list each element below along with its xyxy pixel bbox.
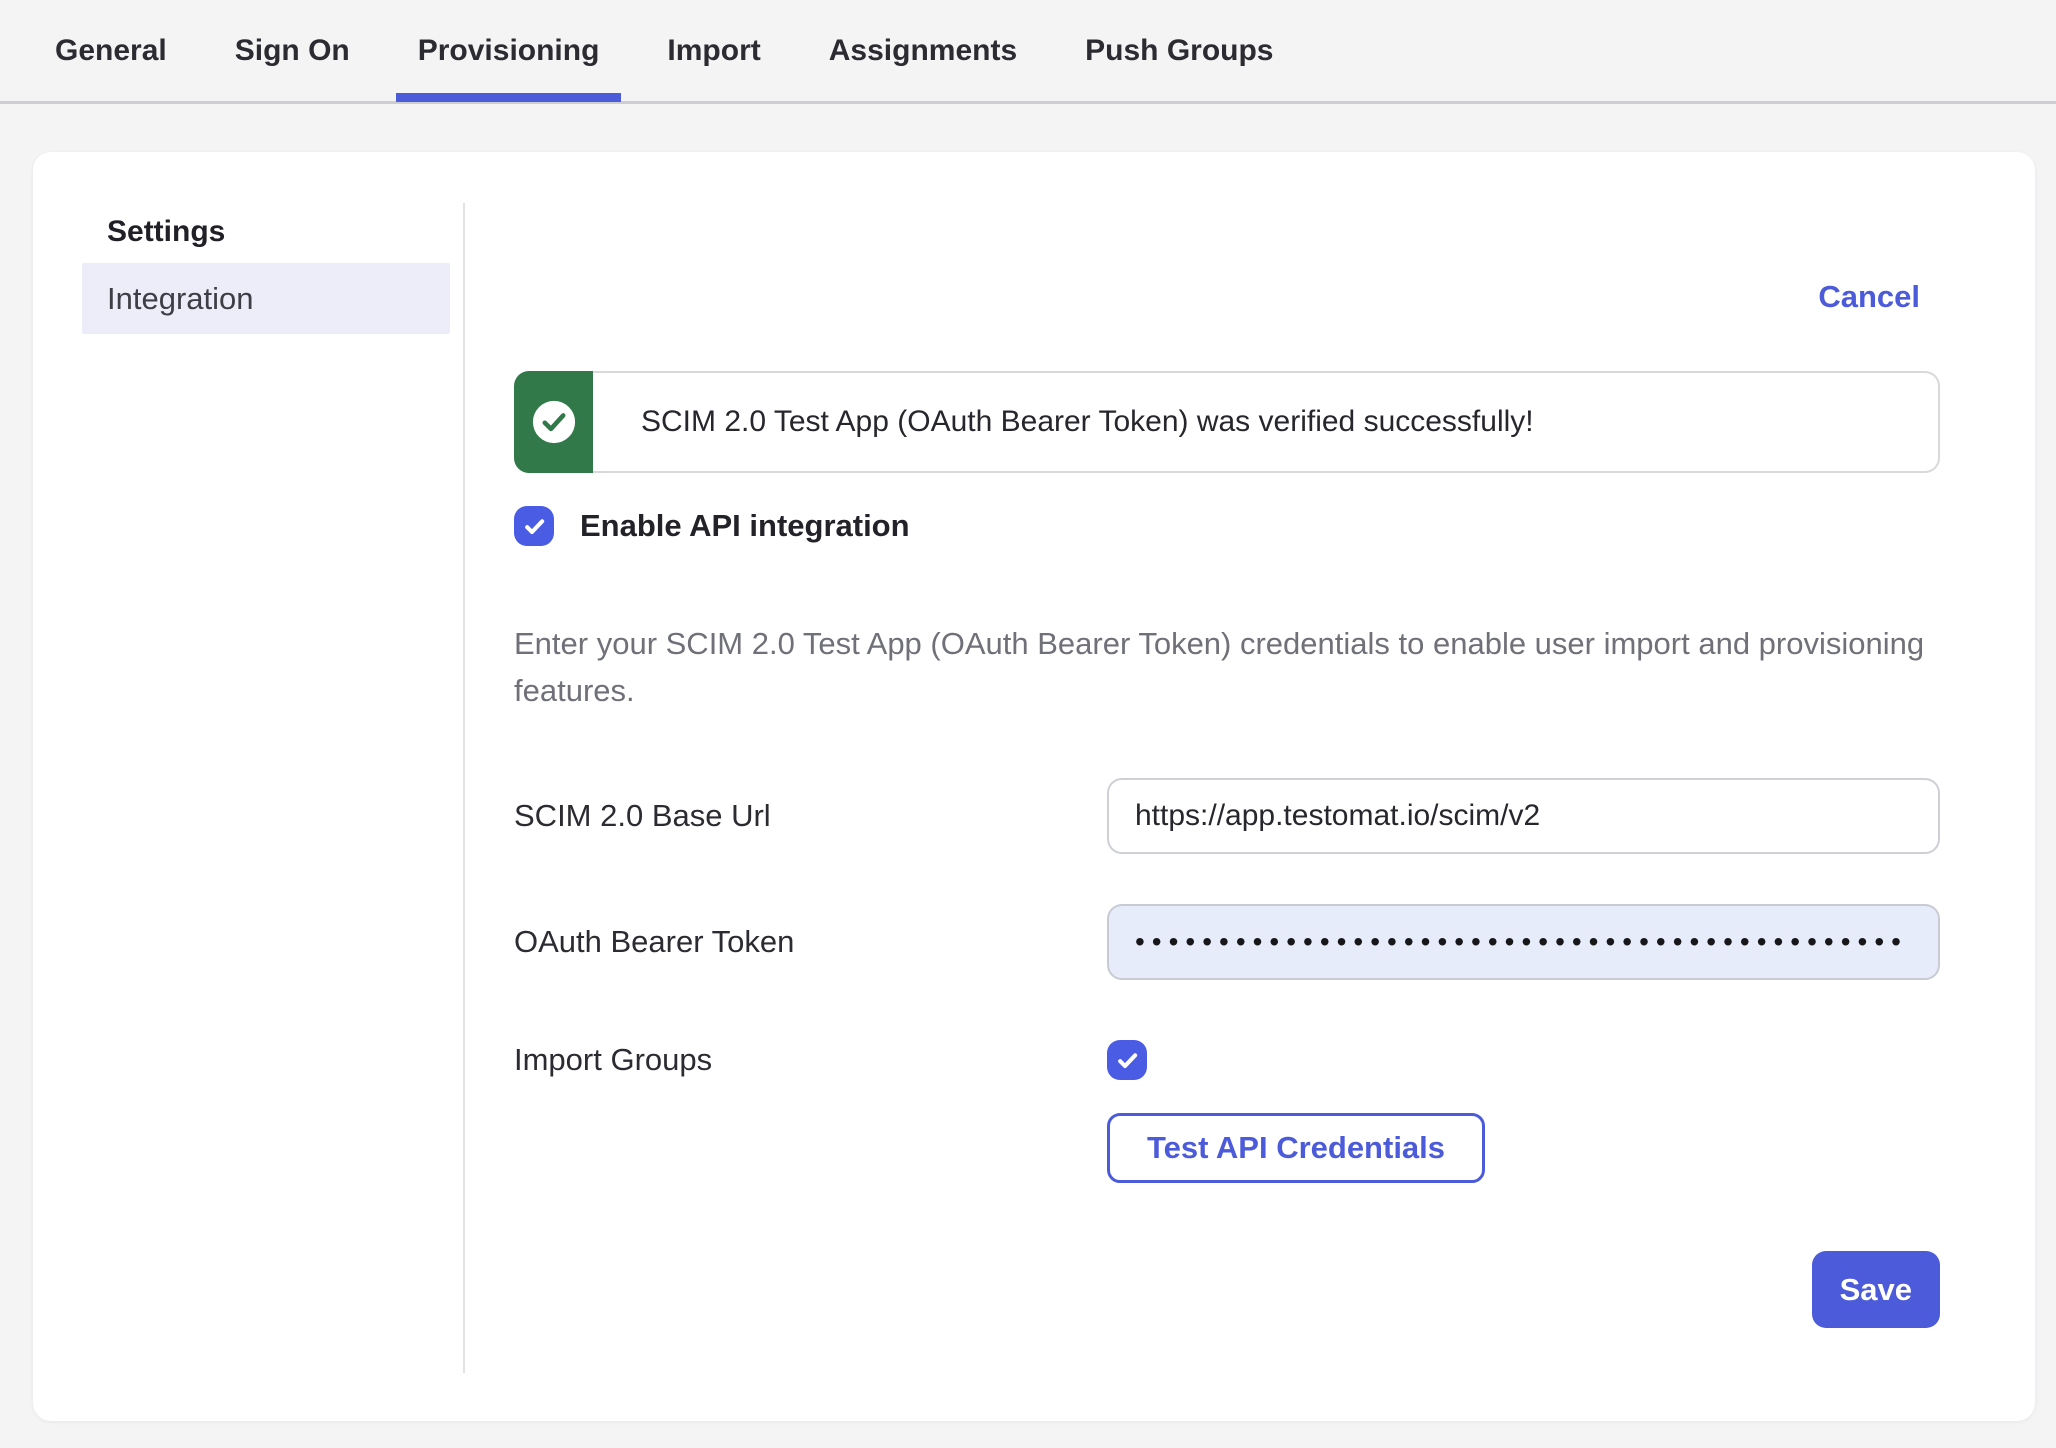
save-row: Save xyxy=(514,1251,1940,1328)
alert-icon-panel xyxy=(514,371,593,473)
check-icon xyxy=(1114,1047,1141,1074)
tab-import[interactable]: Import xyxy=(645,0,782,101)
oauth-token-label: OAuth Bearer Token xyxy=(514,924,1107,960)
sidebar-heading: Settings xyxy=(107,214,465,249)
enable-api-row: Enable API integration xyxy=(514,506,1940,546)
import-groups-checkbox[interactable] xyxy=(1107,1040,1147,1080)
check-icon xyxy=(521,513,548,540)
alert-message: SCIM 2.0 Test App (OAuth Bearer Token) w… xyxy=(641,405,1534,439)
main-panel: Cancel SCIM 2.0 Test App (OAuth Bearer T… xyxy=(465,152,2035,1421)
enable-api-checkbox[interactable] xyxy=(514,506,554,546)
scim-base-url-label: SCIM 2.0 Base Url xyxy=(514,798,1107,834)
tab-sign-on[interactable]: Sign On xyxy=(213,0,372,101)
test-api-credentials-button[interactable]: Test API Credentials xyxy=(1107,1113,1485,1183)
provisioning-card: Settings Integration Cancel SCIM 2.0 Tes… xyxy=(33,152,2035,1421)
tab-bar: General Sign On Provisioning Import Assi… xyxy=(0,0,2056,104)
test-credentials-row: Test API Credentials xyxy=(514,1113,1940,1183)
tab-assignments[interactable]: Assignments xyxy=(807,0,1039,101)
scim-base-url-input[interactable] xyxy=(1107,778,1940,854)
import-groups-row: Import Groups xyxy=(514,1040,1940,1080)
sidebar-item-integration[interactable]: Integration xyxy=(82,263,450,334)
sidebar: Settings Integration xyxy=(33,152,465,1421)
import-groups-label: Import Groups xyxy=(514,1042,1107,1078)
oauth-token-input[interactable] xyxy=(1107,904,1940,980)
cancel-row: Cancel xyxy=(514,278,1940,316)
tab-provisioning[interactable]: Provisioning xyxy=(396,0,622,101)
oauth-token-row: OAuth Bearer Token xyxy=(514,904,1940,980)
credentials-description: Enter your SCIM 2.0 Test App (OAuth Bear… xyxy=(514,620,1934,714)
cancel-link[interactable]: Cancel xyxy=(1818,278,1920,316)
enable-api-label: Enable API integration xyxy=(580,508,910,544)
alert-body: SCIM 2.0 Test App (OAuth Bearer Token) w… xyxy=(593,371,1940,473)
tab-push-groups[interactable]: Push Groups xyxy=(1063,0,1295,101)
sidebar-divider xyxy=(463,203,465,1373)
tab-general[interactable]: General xyxy=(33,0,189,101)
check-circle-icon xyxy=(531,399,577,445)
success-alert: SCIM 2.0 Test App (OAuth Bearer Token) w… xyxy=(514,371,1940,473)
scim-base-url-row: SCIM 2.0 Base Url xyxy=(514,778,1940,854)
save-button[interactable]: Save xyxy=(1812,1251,1940,1328)
